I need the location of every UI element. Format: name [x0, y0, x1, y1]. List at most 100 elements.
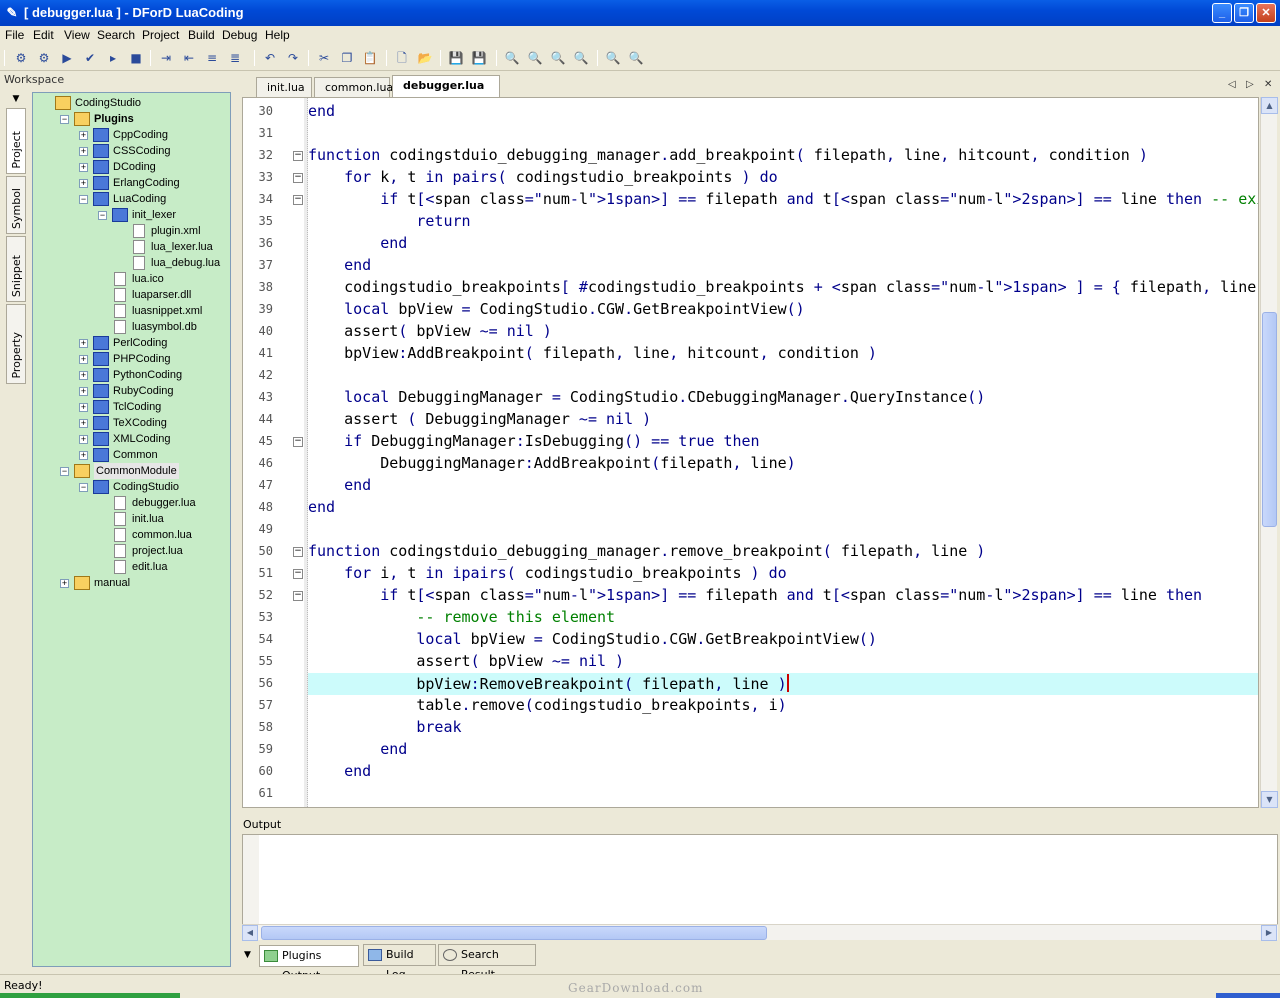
expand-icon[interactable]: +	[79, 371, 88, 380]
code-line[interactable]: 32 − function codingstduio_debugging_manag…	[243, 145, 1258, 167]
find-in-files-icon[interactable]: 🔍	[604, 49, 622, 67]
collapse-icon[interactable]: −	[79, 483, 88, 492]
expand-icon[interactable]: +	[60, 579, 69, 588]
tab-search-result[interactable]: Search Result	[438, 944, 536, 981]
code-line[interactable]: 51 − for i, t in ipairs( codingstudio_bre…	[243, 563, 1258, 585]
copy-icon[interactable]: ❐	[338, 49, 356, 67]
code-line[interactable]: 42	[243, 365, 1258, 387]
minimize-button[interactable]: _	[1212, 3, 1232, 23]
expand-icon[interactable]: +	[79, 339, 88, 348]
expand-icon[interactable]: +	[79, 131, 88, 140]
code-line[interactable]: 39 local bpView = CodingStudio.CGW.GetBr…	[243, 299, 1258, 321]
code-line[interactable]: 59 end	[243, 739, 1258, 761]
side-tab-snippet[interactable]: Snippet	[6, 236, 26, 302]
find-prev-icon[interactable]: 🔍	[549, 49, 567, 67]
scroll-down-icon[interactable]: ▼	[1261, 791, 1278, 808]
code-line[interactable]: 40 assert( bpView ~= nil )	[243, 321, 1258, 343]
code-line[interactable]: 58 break	[243, 717, 1258, 739]
save-all-icon[interactable]: 💾	[470, 49, 488, 67]
expand-icon[interactable]: +	[79, 419, 88, 428]
menu-edit[interactable]: Edit	[33, 28, 54, 42]
expand-icon[interactable]: +	[79, 163, 88, 172]
code-line[interactable]: 36 end	[243, 233, 1258, 255]
collapse-icon[interactable]: −	[60, 115, 69, 124]
fold-marker-icon[interactable]: −	[293, 173, 303, 183]
code-line[interactable]: 44 assert ( DebuggingManager ~= nil )	[243, 409, 1258, 431]
code-editor[interactable]: 30 end 31 32− function codingstduio_debuggin…	[242, 97, 1259, 808]
fold-marker-icon[interactable]: −	[293, 569, 303, 579]
scroll-right-icon[interactable]: ▶	[1261, 925, 1277, 941]
code-line[interactable]: 37 end	[243, 255, 1258, 277]
outdent-icon[interactable]: ⇤	[180, 49, 198, 67]
workspace-dropdown-icon[interactable]: ▼	[8, 92, 24, 106]
editor-vertical-scrollbar[interactable]: ▲ ▼	[1260, 97, 1278, 808]
side-tab-project[interactable]: Project	[6, 108, 26, 174]
cut-icon[interactable]: ✂	[315, 49, 333, 67]
code-line[interactable]: 60 end	[243, 761, 1258, 783]
save-icon[interactable]: 💾	[447, 49, 465, 67]
menu-build[interactable]: Build	[188, 28, 215, 42]
scroll-thumb[interactable]	[1262, 312, 1277, 527]
build-icon[interactable]: ⚙	[12, 49, 30, 67]
code-line[interactable]: 56 bpView:RemoveBreakpoint( filepath, li…	[243, 673, 1258, 695]
code-line[interactable]: 47 end	[243, 475, 1258, 497]
maximize-button[interactable]: ❐	[1234, 3, 1254, 23]
open-file-icon[interactable]: 📂	[416, 49, 434, 67]
scroll-up-icon[interactable]: ▲	[1261, 97, 1278, 114]
code-line[interactable]: 53 -- remove this element	[243, 607, 1258, 629]
code-line[interactable]: 57 table.remove(codingstudio_breakpoints…	[243, 695, 1258, 717]
run-icon[interactable]: ▶	[58, 49, 76, 67]
fold-marker-icon[interactable]: −	[293, 547, 303, 557]
tab-next-icon[interactable]: ▷	[1246, 79, 1254, 90]
uncomment-icon[interactable]: ≣	[226, 49, 244, 67]
collapse-icon[interactable]: −	[79, 195, 88, 204]
find-next-icon[interactable]: 🔍	[526, 49, 544, 67]
menu-debug[interactable]: Debug	[222, 28, 257, 42]
tab-build-log[interactable]: Build Log	[363, 944, 436, 981]
code-line[interactable]: 48 end	[243, 497, 1258, 519]
fold-marker-icon[interactable]: −	[293, 151, 303, 161]
code-line[interactable]: 41 bpView:AddBreakpoint( filepath, line,…	[243, 343, 1258, 365]
tab-common-lua[interactable]: common.lua	[314, 77, 393, 97]
expand-icon[interactable]: +	[79, 355, 88, 364]
collapse-icon[interactable]: −	[98, 211, 107, 220]
side-tab-property[interactable]: Property	[6, 304, 26, 384]
code-line[interactable]: 46 DebuggingManager:AddBreakpoint(filepa…	[243, 453, 1258, 475]
menu-file[interactable]: File	[5, 28, 24, 42]
code-line[interactable]: 38 codingstudio_breakpoints[ #codingstud…	[243, 277, 1258, 299]
code-line[interactable]: 55 assert( bpView ~= nil )	[243, 651, 1258, 673]
comment-icon[interactable]: ≡	[203, 49, 221, 67]
code-line[interactable]: 49	[243, 519, 1258, 541]
close-button[interactable]: ✕	[1256, 3, 1276, 23]
expand-icon[interactable]: +	[79, 387, 88, 396]
stop-icon[interactable]: ■	[127, 49, 145, 67]
code-line[interactable]: 54 local bpView = CodingStudio.CGW.GetBr…	[243, 629, 1258, 651]
expand-icon[interactable]: +	[79, 179, 88, 188]
paste-icon[interactable]: 📋	[361, 49, 379, 67]
step-icon[interactable]: ▸	[104, 49, 122, 67]
code-line[interactable]: 33 − for k, t in pairs( codingstudio_brea…	[243, 167, 1258, 189]
indent-icon[interactable]: ⇥	[157, 49, 175, 67]
replace-in-files-icon[interactable]: 🔍	[627, 49, 645, 67]
code-line[interactable]: 31	[243, 123, 1258, 145]
collapse-icon[interactable]: −	[60, 467, 69, 476]
forward-icon[interactable]: ↷	[284, 49, 302, 67]
code-line[interactable]: 50 − function codingstduio_debugging_manag…	[243, 541, 1258, 563]
new-file-icon[interactable]: 🗋	[393, 49, 411, 67]
code-line[interactable]: 61	[243, 783, 1258, 805]
code-line[interactable]: 35 return	[243, 211, 1258, 233]
fold-marker-icon[interactable]: −	[293, 195, 303, 205]
output-dropdown-icon[interactable]: ▼	[244, 950, 251, 960]
tab-prev-icon[interactable]: ◁	[1228, 79, 1236, 90]
menu-project[interactable]: Project	[142, 28, 179, 42]
output-horizontal-scrollbar[interactable]: ◀ ▶	[242, 924, 1278, 941]
tab-debugger-lua[interactable]: debugger.lua ×	[392, 75, 500, 111]
code-line[interactable]: 43 local DebuggingManager = CodingStudio…	[243, 387, 1258, 409]
tab-init-lua[interactable]: init.lua	[256, 77, 312, 97]
expand-icon[interactable]: +	[79, 147, 88, 156]
back-icon[interactable]: ↶	[261, 49, 279, 67]
expand-icon[interactable]: +	[79, 435, 88, 444]
find-icon[interactable]: 🔍	[503, 49, 521, 67]
menu-help[interactable]: Help	[265, 28, 290, 42]
code-line[interactable]: 45 − if DebuggingManager:IsDebugging() ==…	[243, 431, 1258, 453]
